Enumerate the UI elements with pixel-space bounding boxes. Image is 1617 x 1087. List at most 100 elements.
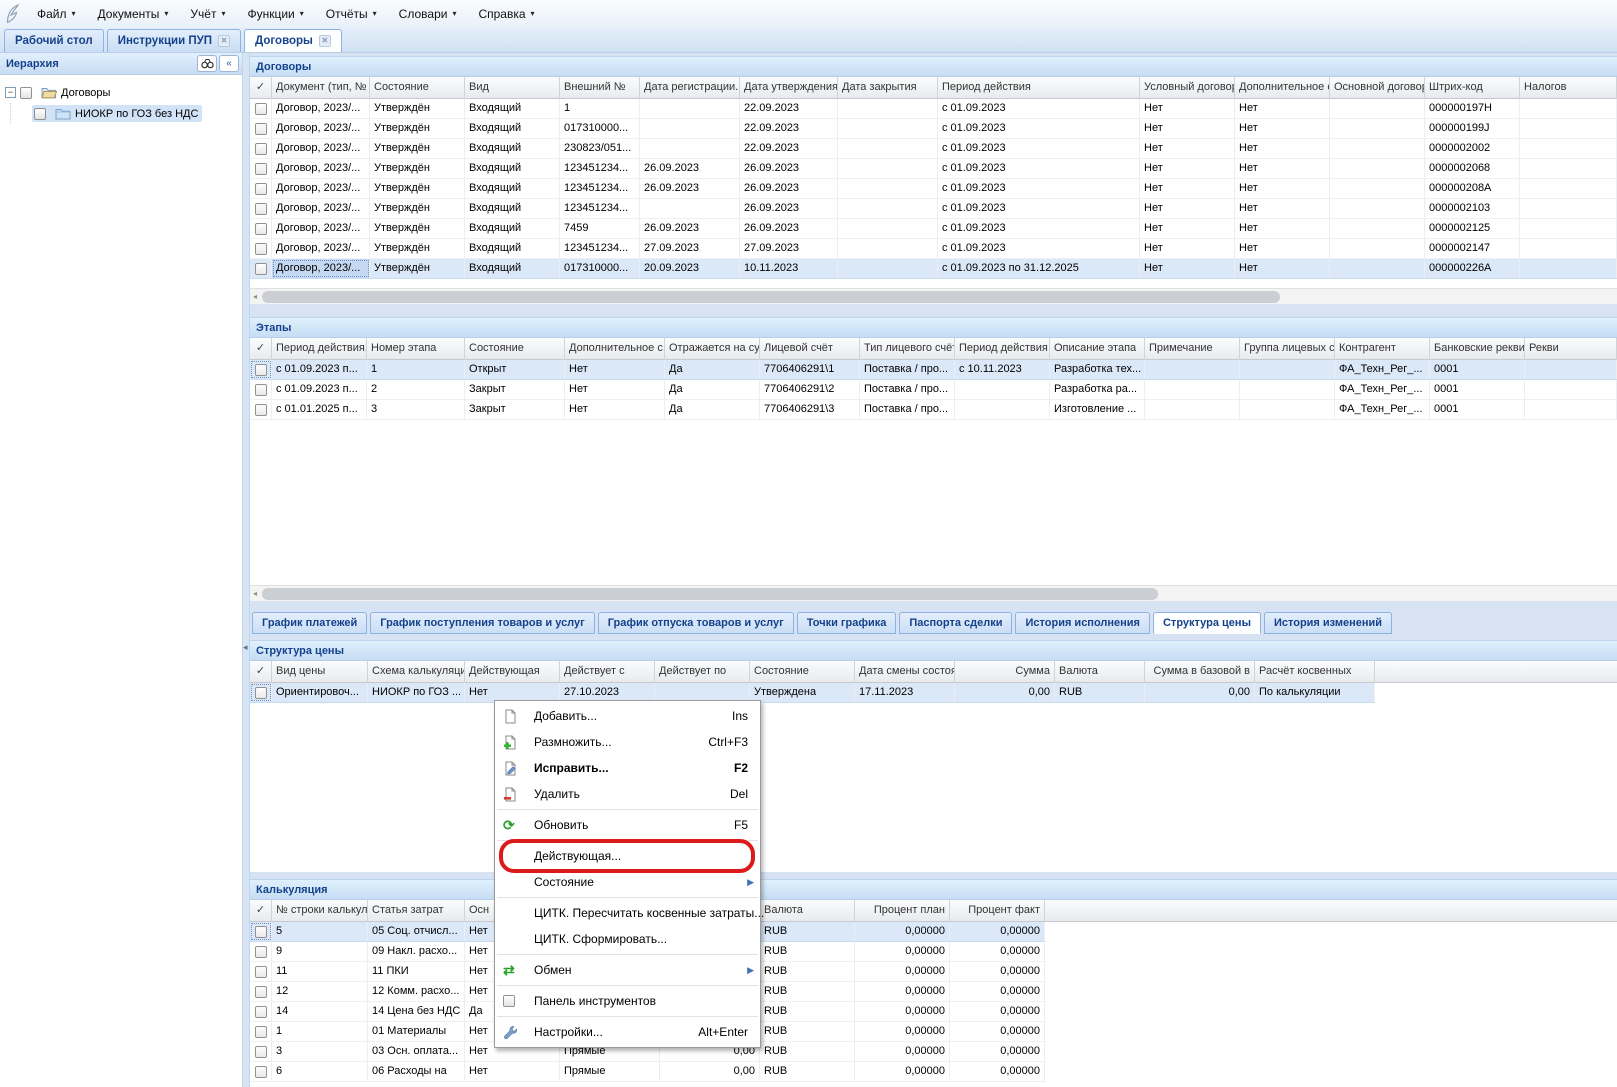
table-row[interactable]: Договор, 2023/...УтверждёнВходящий123451… <box>250 199 1617 219</box>
row-checkbox[interactable] <box>255 404 267 416</box>
splitter[interactable] <box>243 53 250 1087</box>
context-menu-item[interactable]: ЦИТК. Сформировать... <box>495 926 760 952</box>
column-header[interactable]: Дополнительное с <box>565 338 665 360</box>
row-checkbox[interactable] <box>255 243 267 255</box>
column-header[interactable]: Рекви <box>1525 338 1617 360</box>
column-header[interactable]: Состояние <box>370 77 465 99</box>
row-checkbox[interactable] <box>255 203 267 215</box>
row-checkbox[interactable] <box>255 183 267 195</box>
column-header[interactable]: Вид цены <box>272 661 368 683</box>
menubar-item[interactable]: Отчёты▾ <box>315 3 388 25</box>
menubar-item[interactable]: Справка▾ <box>467 3 545 25</box>
select-all-header[interactable]: ✓ <box>250 338 272 360</box>
table-row[interactable]: с 01.09.2023 п...1ОткрытНетДа7706406291\… <box>250 360 1617 380</box>
table-row[interactable]: Ориентировоч...НИОКР по ГОЗ ...Нет27.10.… <box>250 683 1375 703</box>
scroll-left-icon[interactable]: ◂ <box>253 292 257 301</box>
row-checkbox[interactable] <box>255 1006 267 1018</box>
column-header[interactable]: Сумма <box>955 661 1055 683</box>
column-header[interactable]: Описание этапа <box>1050 338 1145 360</box>
row-checkbox[interactable] <box>255 966 267 978</box>
context-menu-item[interactable]: Панель инструментов <box>495 988 760 1014</box>
tree-node-content[interactable]: НИОКР по ГОЗ без НДС <box>32 105 202 122</box>
context-menu-item[interactable]: ⟳ОбновитьF5 <box>495 812 760 838</box>
row-checkbox[interactable] <box>255 687 267 699</box>
column-header[interactable]: Банковские рекви <box>1430 338 1525 360</box>
tree-checkbox[interactable] <box>20 87 32 99</box>
column-header[interactable]: Статья затрат <box>368 900 465 922</box>
column-header[interactable]: Документ (тип, № <box>272 77 370 99</box>
column-header[interactable]: Дата регистрации. <box>640 77 740 99</box>
row-checkbox[interactable] <box>255 1066 267 1078</box>
column-header[interactable]: Условный договор <box>1140 77 1235 99</box>
column-header[interactable]: Примечание <box>1145 338 1240 360</box>
column-header[interactable]: Действующая <box>465 661 560 683</box>
row-checkbox[interactable] <box>255 123 267 135</box>
row-checkbox[interactable] <box>255 986 267 998</box>
table-row[interactable]: Договор, 2023/...УтверждёнВходящий122.09… <box>250 99 1617 119</box>
tree-node[interactable]: −Договоры <box>5 82 242 103</box>
context-menu-item[interactable]: Добавить...Ins <box>495 703 760 729</box>
close-icon[interactable]: ✕ <box>218 35 230 47</box>
select-all-header[interactable]: ✓ <box>250 900 272 922</box>
main-tab[interactable]: Инструкции ПУП✕ <box>107 29 241 52</box>
detail-tab[interactable]: Структура цены <box>1153 612 1261 634</box>
column-header[interactable]: Тип лицевого счёт <box>860 338 955 360</box>
menubar-item[interactable]: Документы▾ <box>87 3 180 25</box>
tree-checkbox[interactable] <box>34 108 46 120</box>
context-menu-item[interactable]: Настройки...Alt+Enter <box>495 1019 760 1045</box>
column-header[interactable]: Дата закрытия <box>838 77 938 99</box>
table-row[interactable]: Договор, 2023/...УтверждёнВходящий123451… <box>250 239 1617 259</box>
column-header[interactable]: Лицевой счёт <box>760 338 860 360</box>
main-tab[interactable]: Рабочий стол <box>4 29 104 52</box>
column-header[interactable]: Контрагент <box>1335 338 1430 360</box>
context-menu-item[interactable]: Состояние▶ <box>495 869 760 895</box>
column-header[interactable]: Валюта <box>760 900 855 922</box>
column-header[interactable]: Дата утверждения <box>740 77 838 99</box>
column-header[interactable]: Схема калькуляци <box>368 661 465 683</box>
column-header[interactable]: Действует с <box>560 661 655 683</box>
hscroll-thumb[interactable] <box>262 588 1158 600</box>
row-checkbox[interactable] <box>255 103 267 115</box>
main-tab[interactable]: Договоры✕ <box>244 29 342 52</box>
row-checkbox[interactable] <box>255 946 267 958</box>
row-checkbox[interactable] <box>255 1046 267 1058</box>
search-icon[interactable] <box>197 55 217 72</box>
context-menu-item[interactable]: ЦИТК. Пересчитать косвенные затраты... <box>495 900 760 926</box>
table-row[interactable]: Договор, 2023/...УтверждёнВходящий017310… <box>250 119 1617 139</box>
column-header[interactable]: Процент факт <box>950 900 1045 922</box>
detail-tab[interactable]: История исполнения <box>1015 612 1150 634</box>
column-header[interactable]: Внешний № <box>560 77 640 99</box>
menubar-item[interactable]: Файл▾ <box>26 3 87 25</box>
row-checkbox[interactable] <box>255 1026 267 1038</box>
column-header[interactable]: Дополнительное с <box>1235 77 1330 99</box>
collapse-arrow-icon[interactable]: ◂ <box>243 642 248 653</box>
row-checkbox[interactable] <box>255 143 267 155</box>
context-menu-item[interactable]: Размножить...Ctrl+F3 <box>495 729 760 755</box>
tree-node[interactable]: НИОКР по ГОЗ без НДС <box>5 103 242 124</box>
table-row[interactable]: Договор, 2023/...УтверждёнВходящий123451… <box>250 179 1617 199</box>
table-row[interactable]: Договор, 2023/...УтверждёнВходящий017310… <box>250 259 1617 279</box>
row-checkbox[interactable] <box>255 263 267 275</box>
column-header[interactable]: Налогов <box>1520 77 1617 99</box>
detail-tab[interactable]: График платежей <box>252 612 367 634</box>
row-checkbox[interactable] <box>255 163 267 175</box>
column-header[interactable]: Дата смены состоя <box>855 661 955 683</box>
row-checkbox[interactable] <box>255 364 267 376</box>
context-menu-item[interactable]: Действующая... <box>495 843 760 869</box>
detail-tab[interactable]: График поступления товаров и услуг <box>370 612 594 634</box>
table-row[interactable]: с 01.09.2023 п...2ЗакрытНетДа7706406291\… <box>250 380 1617 400</box>
column-header[interactable]: Процент план <box>855 900 950 922</box>
column-header[interactable]: Штрих-код <box>1425 77 1520 99</box>
column-header[interactable]: Период действия <box>938 77 1140 99</box>
detail-tab[interactable]: История изменений <box>1264 612 1392 634</box>
column-header[interactable]: Действует по <box>655 661 750 683</box>
hscroll-thumb[interactable] <box>262 291 1280 303</box>
detail-tab[interactable]: Точки графика <box>797 612 897 634</box>
row-checkbox[interactable] <box>255 926 267 938</box>
table-row[interactable]: Договор, 2023/...УтверждёнВходящий230823… <box>250 139 1617 159</box>
column-header[interactable]: Отражается на су <box>665 338 760 360</box>
tree-node-content[interactable]: Договоры <box>20 86 110 99</box>
column-header[interactable]: Состояние <box>750 661 855 683</box>
table-row[interactable]: Договор, 2023/...УтверждёнВходящий123451… <box>250 159 1617 179</box>
detail-tab[interactable]: Паспорта сделки <box>899 612 1012 634</box>
